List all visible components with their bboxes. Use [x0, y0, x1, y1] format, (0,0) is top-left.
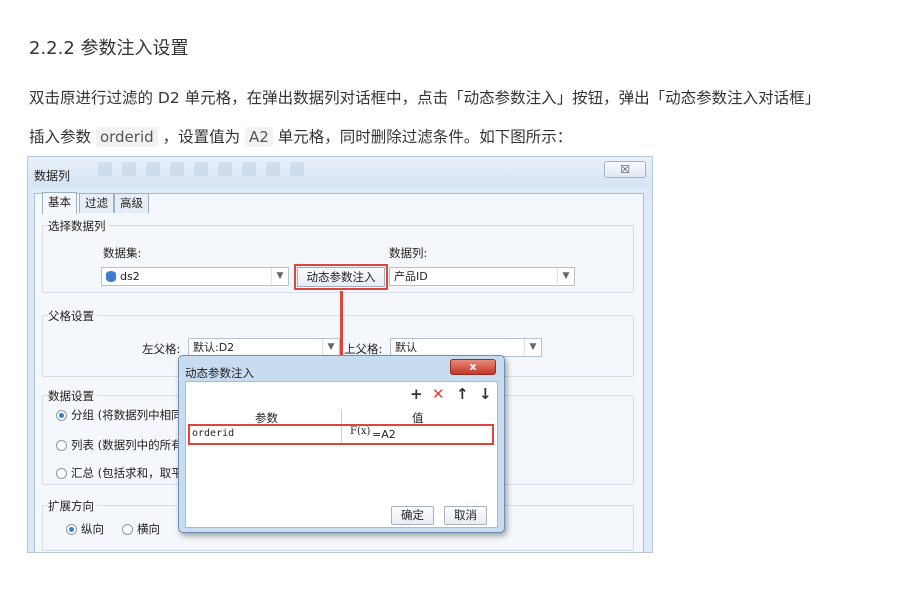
- datacol-value: 产品ID: [394, 270, 428, 283]
- inline-code-a2: A2: [245, 127, 273, 147]
- highlight-inject-button: [294, 264, 388, 290]
- add-icon[interactable]: +: [410, 385, 423, 403]
- dialog-titlebar: 数据列 ☒: [28, 157, 652, 187]
- parent-settings-group-label: 父格设置: [48, 308, 97, 324]
- dialog-close-button[interactable]: ☒: [604, 161, 646, 178]
- dataset-select[interactable]: ds2 ▼: [101, 267, 289, 286]
- radio-selected-icon: [66, 524, 77, 535]
- radio-horizontal-label: 横向: [137, 522, 160, 536]
- dynamic-param-dialog-body: + ✕ ↑ ↓ 参数 值 orderid F(x) =A2 确定 取消: [185, 381, 498, 528]
- ok-button[interactable]: 确定: [391, 506, 434, 525]
- p2-text-mid: ，设置值为: [162, 128, 241, 146]
- move-down-icon[interactable]: ↓: [479, 385, 492, 403]
- radio-list-option[interactable]: 列表 (数据列中的所有: [56, 437, 183, 453]
- blurred-toolbar-ghost: [98, 162, 308, 176]
- chevron-down-icon[interactable]: ▼: [271, 268, 288, 285]
- inline-code-orderid: orderid: [95, 127, 158, 147]
- expand-direction-group-label: 扩展方向: [48, 498, 97, 514]
- paragraph-2: 插入参数 orderid ，设置值为 A2 单元格，同时删除过滤条件。如下图所示…: [29, 125, 572, 147]
- chevron-down-icon[interactable]: ▼: [557, 268, 574, 285]
- dialog-title: 数据列: [34, 169, 71, 183]
- database-icon: [106, 271, 116, 282]
- radio-selected-icon: [56, 410, 67, 421]
- annotation-arrow-line: [340, 291, 343, 361]
- radio-vertical-label: 纵向: [81, 522, 104, 536]
- radio-icon: [56, 468, 67, 479]
- radio-list-label: 列表 (数据列中的所有: [71, 438, 183, 452]
- chevron-down-icon[interactable]: ▼: [322, 339, 339, 356]
- radio-summary-label: 汇总 (包括求和，取平: [71, 466, 183, 480]
- paragraph-1: 双击原进行过滤的 D2 单元格，在弹出数据列对话框中，点击「动态参数注入」按钮，…: [29, 89, 821, 107]
- data-settings-group-label: 数据设置: [48, 388, 97, 404]
- datacol-select[interactable]: 产品ID ▼: [389, 267, 575, 286]
- datacol-label: 数据列:: [389, 246, 428, 260]
- radio-summary-option[interactable]: 汇总 (包括求和，取平: [56, 465, 183, 481]
- dataset-value: ds2: [120, 270, 140, 283]
- p2-text-pre: 插入参数: [29, 128, 92, 146]
- tab-basic[interactable]: 基本: [42, 192, 77, 214]
- p2-text-post: 单元格，同时删除过滤条件。如下图所示：: [277, 128, 573, 146]
- radio-group-label: 分组 (将数据列中相同: [71, 408, 183, 422]
- chevron-down-icon[interactable]: ▼: [524, 339, 541, 356]
- param-table-header: 参数 值: [190, 409, 494, 425]
- highlight-param-row: [188, 424, 494, 445]
- cancel-button[interactable]: 取消: [444, 506, 487, 525]
- radio-icon: [56, 440, 67, 451]
- tab-filter[interactable]: 过滤: [79, 193, 114, 213]
- radio-group-option[interactable]: 分组 (将数据列中相同: [56, 407, 183, 423]
- dynamic-param-dialog: 动态参数注入 x + ✕ ↑ ↓ 参数 值 orderid F(x) =A2 确…: [178, 355, 505, 533]
- select-column-group-label: 选择数据列: [48, 218, 109, 234]
- left-parent-value: 默认:D2: [193, 341, 235, 354]
- tab-advanced[interactable]: 高级: [114, 193, 149, 213]
- dataset-label: 数据集:: [103, 246, 142, 260]
- section-heading: 2.2.2 参数注入设置: [29, 38, 189, 59]
- top-parent-value: 默认: [395, 341, 417, 354]
- radio-icon: [122, 524, 133, 535]
- dynamic-param-dialog-title: 动态参数注入: [185, 366, 254, 380]
- radio-horizontal-option[interactable]: 横向: [122, 521, 160, 537]
- left-parent-label: 左父格:: [142, 342, 181, 356]
- radio-vertical-option[interactable]: 纵向: [66, 521, 104, 537]
- close-icon[interactable]: x: [450, 359, 496, 375]
- move-up-icon[interactable]: ↑: [456, 385, 469, 403]
- screenshot-figure: 数据列 ☒ 基本 过滤 高级 选择数据列 数据集: ds2 ▼ 动态参数注入 数…: [27, 156, 653, 553]
- delete-icon[interactable]: ✕: [432, 385, 445, 403]
